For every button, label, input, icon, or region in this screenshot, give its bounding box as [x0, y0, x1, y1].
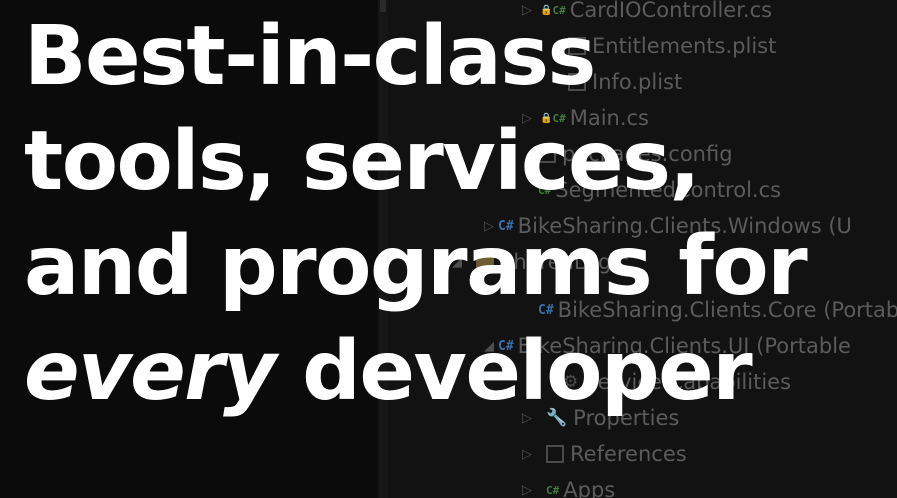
references-icon — [546, 445, 564, 463]
csharp-file-icon: C# — [546, 483, 560, 497]
tree-item[interactable]: ▷ C# Apps — [518, 472, 615, 498]
tree-item[interactable]: ▷ References — [518, 436, 687, 472]
headline-emphasis: every — [24, 324, 277, 419]
headline-line-4: every developer — [24, 319, 806, 424]
tree-item-label: References — [570, 442, 687, 466]
expand-arrow-icon[interactable]: ▷ — [518, 483, 536, 498]
expand-arrow-icon[interactable]: ▷ — [518, 447, 536, 462]
headline-line-3: and programs for — [24, 219, 808, 314]
headline-line-2: tools, services, — [24, 114, 701, 209]
headline-line-1: Best-in-class — [24, 9, 596, 104]
tree-item-label: Apps — [563, 478, 616, 498]
headline: Best-in-class tools, services, and progr… — [24, 4, 808, 424]
headline-line-4-rest: developer — [275, 324, 753, 419]
